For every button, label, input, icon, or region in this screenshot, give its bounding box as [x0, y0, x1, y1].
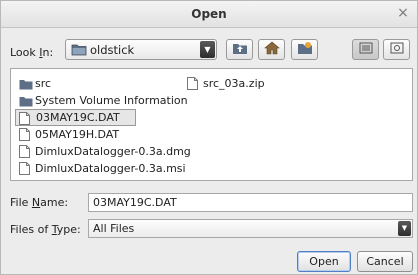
- document-icon: [187, 77, 198, 95]
- look-in-value: oldstick: [90, 43, 135, 57]
- file-name: DimluxDatalogger-0.3a.msi: [35, 162, 186, 175]
- list-item-file[interactable]: DimluxDatalogger-0.3a.dmg: [15, 143, 195, 160]
- list-item-file[interactable]: src_03a.zip: [183, 75, 269, 92]
- file-name-field[interactable]: 03MAY19C.DAT: [88, 193, 413, 212]
- open-dialog: Open × Look In: oldstick ▼ src System Vo…: [0, 0, 418, 275]
- folder-icon: [71, 43, 87, 59]
- dialog-title: Open: [191, 7, 227, 21]
- file-name: src_03a.zip: [203, 77, 265, 90]
- file-name-label: File Name:: [10, 196, 69, 209]
- file-list[interactable]: src System Volume Information 03MAY19C.D…: [10, 68, 413, 181]
- file-name: 03MAY19C.DAT: [36, 111, 120, 124]
- close-icon[interactable]: ×: [395, 5, 411, 21]
- list-item-file[interactable]: DimluxDatalogger-0.3a.msi: [15, 160, 190, 177]
- create-new-folder-button[interactable]: [291, 39, 318, 60]
- look-in-combo[interactable]: oldstick ▼: [65, 39, 217, 60]
- file-name: DimluxDatalogger-0.3a.dmg: [35, 145, 191, 158]
- home-button[interactable]: [258, 39, 285, 60]
- list-view-icon: [359, 42, 373, 57]
- document-icon: [19, 162, 30, 180]
- list-item-folder[interactable]: src: [15, 75, 55, 92]
- home-icon: [263, 41, 280, 58]
- list-item-file-selected[interactable]: 03MAY19C.DAT: [15, 109, 136, 126]
- look-in-label: Look In:: [10, 46, 54, 59]
- list-item-folder[interactable]: System Volume Information: [15, 92, 192, 109]
- chevron-down-icon[interactable]: ▼: [200, 41, 215, 58]
- file-name: src: [35, 77, 52, 90]
- file-name: System Volume Information: [35, 94, 188, 107]
- create-new-folder-icon: [297, 41, 313, 58]
- list-view-button[interactable]: [352, 39, 379, 60]
- files-of-type-value: All Files: [93, 222, 135, 235]
- files-of-type-select[interactable]: All Files ▼: [88, 219, 413, 238]
- title-bar[interactable]: Open ×: [1, 1, 417, 28]
- up-one-level-button[interactable]: [226, 39, 253, 60]
- open-button[interactable]: Open: [297, 251, 351, 272]
- files-of-type-label: Files of Type:: [10, 223, 81, 236]
- chevron-down-icon[interactable]: ▼: [398, 221, 411, 236]
- file-name: 05MAY19H.DAT: [35, 128, 120, 141]
- list-item-file[interactable]: 05MAY19H.DAT: [15, 126, 123, 143]
- details-view-button[interactable]: [383, 39, 410, 60]
- up-one-level-icon: [232, 41, 248, 58]
- details-view-icon: [390, 42, 404, 57]
- cancel-button[interactable]: Cancel: [357, 251, 413, 272]
